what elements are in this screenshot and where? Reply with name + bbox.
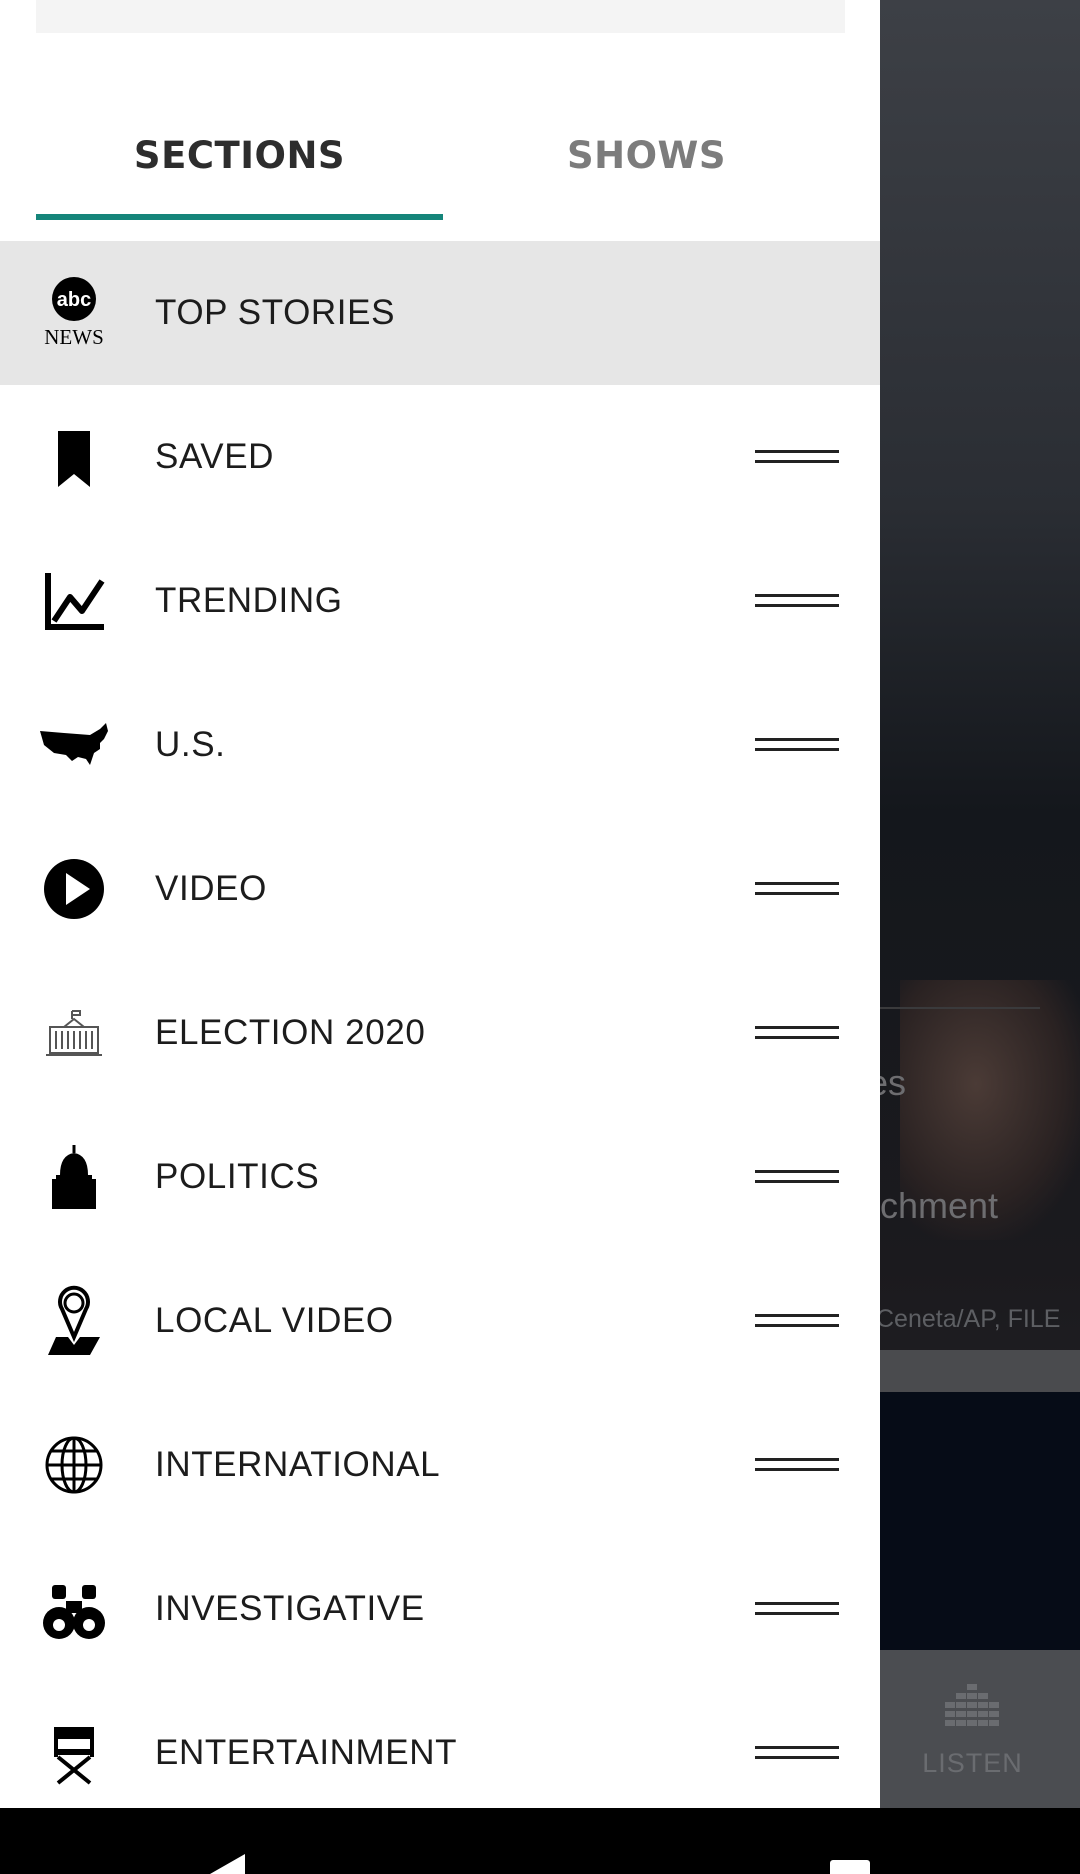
background-card xyxy=(880,1392,1080,1650)
section-label: TOP STORIES xyxy=(155,293,396,332)
section-label: POLITICS xyxy=(155,1157,320,1196)
section-item-trending[interactable]: TRENDING xyxy=(0,529,880,673)
section-item-top-stories[interactable]: abc NEWS TOP STORIES xyxy=(0,241,880,385)
drag-handle-icon[interactable] xyxy=(755,1599,839,1619)
section-item-video[interactable]: VIDEO xyxy=(0,817,880,961)
news-logo-text: NEWS xyxy=(44,325,104,349)
section-item-politics[interactable]: POLITICS xyxy=(0,1105,880,1249)
drag-handle-icon[interactable] xyxy=(755,447,839,467)
drawer-tabs: SECTIONS SHOWS xyxy=(36,100,846,222)
section-label: SAVED xyxy=(155,437,275,476)
section-item-investigative[interactable]: INVESTIGATIVE xyxy=(0,1537,880,1681)
tab-selected-indicator xyxy=(36,214,443,220)
tab-shows[interactable]: SHOWS xyxy=(443,100,850,222)
capitol-icon xyxy=(34,1141,114,1213)
abc-logo-text: abc xyxy=(57,289,91,311)
drag-handle-icon[interactable] xyxy=(755,1167,839,1187)
back-icon[interactable] xyxy=(200,1808,250,1874)
tab-listen-label: LISTEN xyxy=(922,1748,1023,1778)
background-divider xyxy=(880,1007,1040,1009)
section-label: U.S. xyxy=(155,725,226,764)
section-label: INTERNATIONAL xyxy=(155,1445,441,1484)
play-circle-icon xyxy=(34,853,114,925)
binoculars-icon xyxy=(34,1573,114,1645)
background-story-headline: chment xyxy=(880,1185,999,1226)
tab-sections[interactable]: SECTIONS xyxy=(36,100,443,222)
section-item-election-2020[interactable]: ELECTION 2020 xyxy=(0,961,880,1105)
drag-handle-icon[interactable] xyxy=(755,1455,839,1475)
section-item-saved[interactable]: SAVED xyxy=(0,385,880,529)
section-label: LOCAL VIDEO xyxy=(155,1301,394,1340)
drag-handle-icon[interactable] xyxy=(755,591,839,611)
drag-handle-icon[interactable] xyxy=(755,1311,839,1331)
drag-handle-icon[interactable] xyxy=(755,1743,839,1763)
map-pin-icon xyxy=(34,1285,114,1357)
drawer-search-bar[interactable] xyxy=(36,0,845,33)
section-label: INVESTIGATIVE xyxy=(155,1589,425,1628)
home-icon[interactable] xyxy=(515,1808,565,1874)
recents-icon[interactable] xyxy=(828,1808,872,1874)
white-house-icon xyxy=(34,997,114,1069)
sections-list: abc NEWS TOP STORIES SAVED TRENDING U.S.… xyxy=(0,241,880,1808)
trending-chart-icon xyxy=(34,565,114,637)
section-label: ENTERTAINMENT xyxy=(155,1733,458,1772)
background-photo-credit: Ceneta/AP, FILE xyxy=(876,1305,1061,1333)
listen-icon xyxy=(945,1684,999,1726)
section-label: ELECTION 2020 xyxy=(155,1013,426,1052)
director-chair-icon xyxy=(34,1717,114,1789)
drag-handle-icon[interactable] xyxy=(755,1023,839,1043)
abc-news-logo-icon: abc NEWS xyxy=(34,277,114,349)
globe-icon xyxy=(34,1429,114,1501)
drag-handle-icon[interactable] xyxy=(755,879,839,899)
background-strip xyxy=(880,1350,1080,1392)
section-item-us[interactable]: U.S. xyxy=(0,673,880,817)
section-label: VIDEO xyxy=(155,869,267,908)
navigation-drawer: SECTIONS SHOWS abc NEWS TOP STORIES SAVE… xyxy=(0,0,880,1808)
drag-handle-icon[interactable] xyxy=(755,735,839,755)
bookmark-icon xyxy=(34,421,114,493)
section-item-local-video[interactable]: LOCAL VIDEO xyxy=(0,1249,880,1393)
section-item-international[interactable]: INTERNATIONAL xyxy=(0,1393,880,1537)
section-label: TRENDING xyxy=(155,581,343,620)
section-item-entertainment[interactable]: ENTERTAINMENT xyxy=(0,1681,880,1808)
system-nav-bar xyxy=(0,1808,1080,1874)
us-map-icon xyxy=(34,709,114,781)
